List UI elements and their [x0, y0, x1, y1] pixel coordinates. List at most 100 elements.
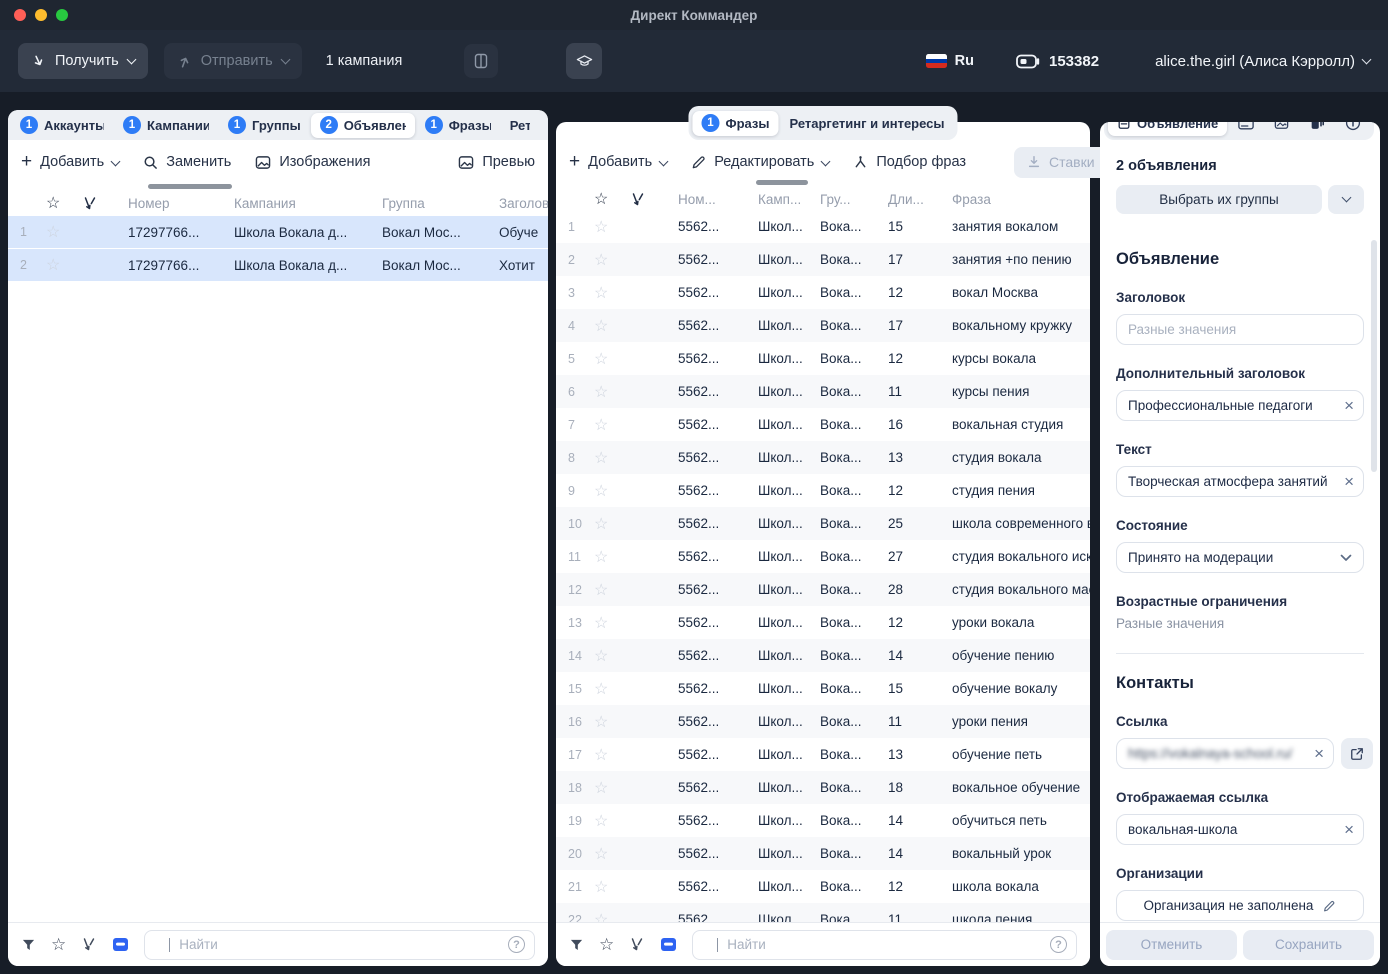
- table-row[interactable]: 15 ☆ 5562... Школ... Вока... 15 обучение…: [556, 672, 1090, 705]
- tab-phrases[interactable]: 1 Фразы: [416, 113, 500, 138]
- phrase-picker-button[interactable]: Подбор фраз: [853, 154, 966, 170]
- star-icon[interactable]: ☆: [594, 910, 630, 923]
- minimize-window-button[interactable]: [35, 9, 47, 21]
- star-icon[interactable]: ☆: [594, 448, 630, 468]
- replace-button[interactable]: Заменить: [143, 154, 231, 170]
- table-row[interactable]: 12 ☆ 5562... Школ... Вока... 28 студия в…: [556, 573, 1090, 606]
- column-header-number[interactable]: Номер: [128, 196, 234, 211]
- horizontal-scrollbar-thumb[interactable]: [148, 184, 232, 189]
- star-icon[interactable]: ☆: [594, 811, 630, 831]
- phrase-status-filter-button[interactable]: [629, 937, 645, 952]
- clear-icon[interactable]: ×: [1314, 745, 1324, 762]
- star-icon[interactable]: ☆: [594, 613, 630, 633]
- add-button[interactable]: + Добавить: [569, 154, 667, 171]
- table-row[interactable]: 4 ☆ 5562... Школ... Вока... 17 вокальном…: [556, 309, 1090, 342]
- table-row[interactable]: 9 ☆ 5562... Школ... Вока... 12 студия пе…: [556, 474, 1090, 507]
- organization-button[interactable]: Организация не заполнена: [1116, 890, 1364, 921]
- star-icon[interactable]: ☆: [594, 712, 630, 732]
- column-header-length[interactable]: Дли...: [888, 192, 952, 207]
- search-input[interactable]: [145, 937, 534, 952]
- get-button[interactable]: Получить: [18, 43, 148, 79]
- star-column-header[interactable]: ☆: [594, 189, 630, 209]
- star-icon[interactable]: ☆: [594, 877, 630, 897]
- star-icon[interactable]: ☆: [594, 349, 630, 369]
- table-row[interactable]: 20 ☆ 5562... Школ... Вока... 14 вокальны…: [556, 837, 1090, 870]
- table-row[interactable]: 21 ☆ 5562... Школ... Вока... 12 школа во…: [556, 870, 1090, 903]
- filter-button[interactable]: [569, 938, 584, 952]
- clear-icon[interactable]: ×: [1344, 397, 1354, 414]
- star-icon[interactable]: ☆: [594, 646, 630, 666]
- add-button[interactable]: + Добавить: [21, 154, 119, 171]
- table-row[interactable]: 1 ☆ 17297766... Школа Вокала д... Вокал …: [8, 216, 548, 249]
- vertical-scrollbar-thumb[interactable]: [1371, 240, 1377, 472]
- headline-input[interactable]: [1117, 322, 1363, 337]
- help-icon[interactable]: ?: [1050, 936, 1067, 953]
- account-menu[interactable]: alice.the.girl (Алиса Кэрролл): [1155, 53, 1370, 70]
- filter-button[interactable]: [21, 938, 36, 952]
- phrase-status-column-header[interactable]: [630, 192, 678, 207]
- phrase-status-filter-button[interactable]: [81, 937, 97, 952]
- column-header-campaign[interactable]: Камп...: [758, 192, 820, 207]
- star-icon[interactable]: ☆: [594, 415, 630, 435]
- choose-groups-expand-button[interactable]: [1328, 185, 1364, 214]
- table-row[interactable]: 11 ☆ 5562... Школ... Вока... 27 студия в…: [556, 540, 1090, 573]
- column-header-title[interactable]: Заголовок: [499, 196, 548, 211]
- horizontal-scrollbar-thumb[interactable]: [756, 180, 808, 185]
- zoom-window-button[interactable]: [56, 9, 68, 21]
- table-row[interactable]: 8 ☆ 5562... Школ... Вока... 13 студия во…: [556, 441, 1090, 474]
- star-filter-button[interactable]: ☆: [599, 935, 614, 955]
- star-icon[interactable]: ☆: [594, 844, 630, 864]
- tab-retargeting[interactable]: Ретаргетинг: [501, 113, 539, 138]
- star-icon[interactable]: ☆: [594, 316, 630, 336]
- tab-info[interactable]: [1336, 122, 1370, 136]
- table-row[interactable]: 14 ☆ 5562... Школ... Вока... 14 обучение…: [556, 639, 1090, 672]
- ad-text-input[interactable]: [1117, 474, 1363, 489]
- table-row[interactable]: 1 ☆ 5562... Школ... Вока... 15 занятия в…: [556, 210, 1090, 243]
- clear-icon[interactable]: ×: [1344, 473, 1354, 490]
- table-row[interactable]: 2 ☆ 17297766... Школа Вокала д... Вокал …: [8, 249, 548, 282]
- edit-button[interactable]: Редактировать: [691, 154, 829, 170]
- language-switcher[interactable]: Ru: [926, 53, 974, 69]
- table-row[interactable]: 3 ☆ 5562... Школ... Вока... 12 вокал Мос…: [556, 276, 1090, 309]
- star-icon[interactable]: ☆: [594, 382, 630, 402]
- star-icon[interactable]: ☆: [594, 514, 630, 534]
- table-row[interactable]: 19 ☆ 5562... Школ... Вока... 14 обучитьс…: [556, 804, 1090, 837]
- state-select[interactable]: [1116, 542, 1364, 573]
- table-row[interactable]: 13 ☆ 5562... Школ... Вока... 12 уроки во…: [556, 606, 1090, 639]
- star-icon[interactable]: ☆: [594, 283, 630, 303]
- column-header-number[interactable]: Ном...: [678, 192, 758, 207]
- star-icon[interactable]: ☆: [594, 250, 630, 270]
- close-window-button[interactable]: [14, 9, 26, 21]
- table-row[interactable]: 17 ☆ 5562... Школ... Вока... 13 обучение…: [556, 738, 1090, 771]
- tab-ad-details[interactable]: Объявление: [1108, 122, 1227, 136]
- link-input[interactable]: [1117, 746, 1333, 761]
- star-filter-button[interactable]: ☆: [51, 935, 66, 955]
- tab-images[interactable]: [1265, 122, 1299, 136]
- columns-view-button[interactable]: [464, 44, 498, 78]
- clear-icon[interactable]: ×: [1344, 821, 1354, 838]
- tab-mobile[interactable]: [1301, 122, 1335, 136]
- star-icon[interactable]: ☆: [594, 580, 630, 600]
- star-icon[interactable]: ☆: [594, 778, 630, 798]
- archive-filter-button[interactable]: [660, 937, 677, 952]
- tab-accounts[interactable]: 1 Аккаунты: [11, 113, 113, 138]
- help-icon[interactable]: ?: [508, 936, 525, 953]
- column-header-group[interactable]: Гру...: [820, 192, 888, 207]
- star-icon[interactable]: ☆: [594, 679, 630, 699]
- column-header-phrase[interactable]: Фраза: [952, 192, 991, 207]
- table-row[interactable]: 22 ☆ 5562... Школ... Вока... 11 школа пе…: [556, 903, 1090, 922]
- star-column-header[interactable]: ☆: [46, 193, 82, 213]
- table-row[interactable]: 6 ☆ 5562... Школ... Вока... 11 курсы пен…: [556, 375, 1090, 408]
- table-row[interactable]: 10 ☆ 5562... Школ... Вока... 25 школа со…: [556, 507, 1090, 540]
- display-link-input[interactable]: [1117, 822, 1363, 837]
- tab-groups[interactable]: 1 Группы: [219, 113, 310, 138]
- column-header-campaign[interactable]: Кампания: [234, 196, 382, 211]
- star-icon[interactable]: ☆: [46, 255, 82, 275]
- tab-retargeting-middle[interactable]: Ретаргетинг и интересы: [780, 111, 953, 136]
- table-row[interactable]: 16 ☆ 5562... Школ... Вока... 11 уроки пе…: [556, 705, 1090, 738]
- table-row[interactable]: 18 ☆ 5562... Школ... Вока... 18 вокально…: [556, 771, 1090, 804]
- table-row[interactable]: 2 ☆ 5562... Школ... Вока... 17 занятия +…: [556, 243, 1090, 276]
- star-icon[interactable]: ☆: [594, 217, 630, 237]
- search-input[interactable]: [693, 937, 1076, 952]
- preview-button[interactable]: Превью: [458, 154, 535, 170]
